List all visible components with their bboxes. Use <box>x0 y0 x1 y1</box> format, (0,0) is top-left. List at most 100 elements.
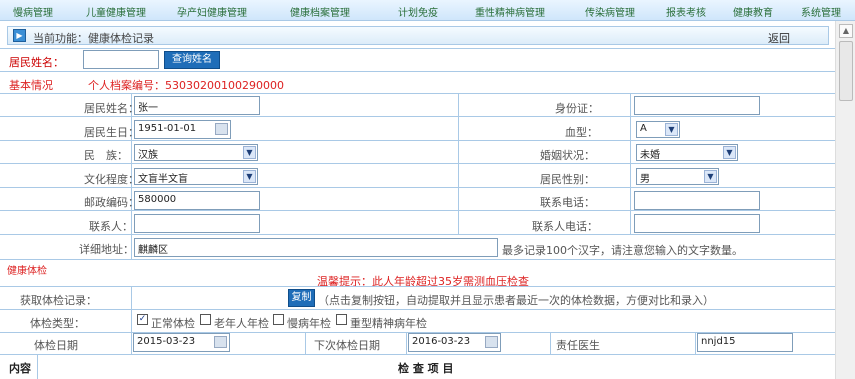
contact-phone-input[interactable] <box>634 214 760 233</box>
contact-phone-label: 联系人电话： <box>532 220 598 233</box>
blood-type-value: A <box>640 123 647 134</box>
birth-label: 居民生日： <box>84 126 139 139</box>
divider <box>37 354 38 379</box>
divider <box>0 354 835 355</box>
exam-type-mental-checkbox[interactable] <box>336 314 347 325</box>
birth-date-input[interactable]: 1951-01-01 <box>134 120 231 139</box>
divider <box>406 332 407 354</box>
top-nav: 慢病管理 儿童健康管理 孕产妇健康管理 健康档案管理 计划免疫 重性精神病管理 … <box>0 0 855 21</box>
copy-button[interactable]: 复制 <box>288 289 315 307</box>
education-value: 文盲半文盲 <box>138 174 188 185</box>
phone-input[interactable] <box>634 191 760 210</box>
blood-type-select[interactable]: A ▼ <box>636 121 680 138</box>
exam-type-mental-label: 重型精神病年检 <box>350 317 427 330</box>
exam-date-label: 体检日期 <box>34 339 78 352</box>
divider <box>131 332 132 354</box>
back-link[interactable]: 返回 <box>768 30 790 46</box>
divider <box>458 93 459 234</box>
postcode-input[interactable]: 580000 <box>134 191 260 210</box>
calendar-icon[interactable] <box>214 336 227 348</box>
chevron-down-icon: ▼ <box>243 146 256 159</box>
next-exam-label: 下次体检日期 <box>314 339 380 352</box>
scroll-thumb[interactable] <box>839 41 853 101</box>
nav-item-immunization[interactable]: 计划免疫 <box>398 4 438 19</box>
divider <box>0 286 835 287</box>
education-label: 文化程度： <box>84 173 139 186</box>
nav-item-reports[interactable]: 报表考核 <box>666 4 706 19</box>
chevron-down-icon: ▼ <box>704 170 717 183</box>
exam-type-label: 体检类型： <box>30 317 85 330</box>
exam-date-input[interactable]: 2015-03-23 <box>133 333 230 352</box>
content-area: ▶ 当前功能：健康体检记录 返回 居民姓名： 查询姓名 基本情况 个人档案编号：… <box>0 21 835 379</box>
sex-value: 男 <box>640 174 650 185</box>
nation-value: 汉族 <box>138 150 158 161</box>
address-input[interactable]: 麒麟区 <box>134 238 498 257</box>
chevron-down-icon: ▼ <box>243 170 256 183</box>
sex-select[interactable]: 男 ▼ <box>636 168 719 185</box>
nav-item-maternal[interactable]: 孕产妇健康管理 <box>177 4 247 19</box>
address-label: 详细地址： <box>79 243 134 256</box>
next-exam-date-value: 2016-03-23 <box>412 336 471 347</box>
search-name-button[interactable]: 查询姓名 <box>164 51 220 69</box>
doctor-input[interactable]: nnjd15 <box>697 333 793 352</box>
doctor-label: 责任医生 <box>556 339 600 352</box>
divider <box>0 309 835 310</box>
divider <box>695 332 696 354</box>
divider <box>0 71 835 72</box>
contact-input[interactable] <box>134 214 260 233</box>
archive-number: 个人档案编号：53030200100290000 <box>88 79 284 92</box>
calendar-icon[interactable] <box>485 336 498 348</box>
exam-date-value: 2015-03-23 <box>137 336 196 347</box>
nav-item-education[interactable]: 健康教育 <box>733 4 773 19</box>
divider <box>0 48 835 49</box>
exam-type-normal-checkbox[interactable]: ✓ <box>137 314 148 325</box>
get-record-label: 获取体检记录： <box>20 294 97 307</box>
exam-section-title: 健康体检 <box>7 266 47 277</box>
divider <box>0 140 835 141</box>
divider <box>0 163 835 164</box>
exam-type-chronic-checkbox[interactable] <box>273 314 284 325</box>
exam-type-elderly-label: 老年人年检 <box>214 317 269 330</box>
scroll-up-icon[interactable]: ▲ <box>839 24 853 38</box>
contact-label: 联系人： <box>89 220 133 233</box>
nation-label: 民 族： <box>84 149 128 162</box>
nav-item-records[interactable]: 健康档案管理 <box>290 4 350 19</box>
idcard-input[interactable] <box>634 96 760 115</box>
divider <box>0 116 835 117</box>
nav-item-mental[interactable]: 重性精神病管理 <box>475 4 545 19</box>
vertical-scrollbar[interactable]: ▲ <box>835 21 855 379</box>
calendar-icon[interactable] <box>215 123 228 135</box>
copy-hint: （点击复制按钮，自动提取并且显示患者最近一次的体检数据，方便对比和录入） <box>318 294 714 307</box>
marital-label: 婚姻状况： <box>540 149 595 162</box>
divider <box>550 332 551 354</box>
nav-item-infectious[interactable]: 传染病管理 <box>585 4 635 19</box>
marital-select[interactable]: 未婚 ▼ <box>636 144 738 161</box>
postcode-label: 邮政编码： <box>84 196 139 209</box>
nav-item-child[interactable]: 儿童健康管理 <box>86 4 146 19</box>
divider <box>0 93 835 94</box>
next-exam-date-input[interactable]: 2016-03-23 <box>408 333 501 352</box>
nav-item-system[interactable]: 系统管理 <box>801 4 841 19</box>
name-input[interactable]: 张一 <box>134 96 260 115</box>
function-bar: ▶ 当前功能：健康体检记录 返回 <box>7 26 829 45</box>
function-icon: ▶ <box>13 29 26 42</box>
search-name-input[interactable] <box>83 50 159 69</box>
chevron-down-icon: ▼ <box>665 123 678 136</box>
idcard-label: 身份证： <box>555 102 599 115</box>
exam-type-normal-label: 正常体检 <box>151 317 195 330</box>
divider <box>630 93 631 234</box>
divider <box>0 234 835 235</box>
table-header-items: 检 查 项 目 <box>398 362 454 375</box>
search-label: 居民姓名： <box>9 56 64 69</box>
blood-label: 血型： <box>565 126 598 139</box>
sex-label: 居民性别： <box>540 173 595 186</box>
divider <box>305 332 306 354</box>
exam-type-elderly-checkbox[interactable] <box>200 314 211 325</box>
phone-label: 联系电话： <box>540 196 595 209</box>
chevron-down-icon: ▼ <box>723 146 736 159</box>
divider <box>0 259 835 260</box>
divider <box>0 187 835 188</box>
education-select[interactable]: 文盲半文盲 ▼ <box>134 168 258 185</box>
nation-select[interactable]: 汉族 ▼ <box>134 144 258 161</box>
nav-item-chronic[interactable]: 慢病管理 <box>13 4 53 19</box>
